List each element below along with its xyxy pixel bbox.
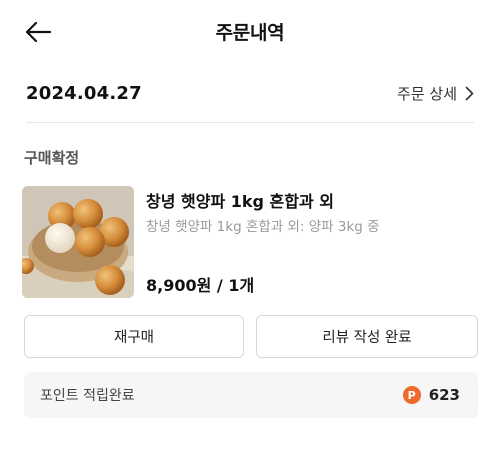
review-complete-button[interactable]: 리뷰 작성 완료 — [256, 315, 478, 358]
order-date: 2024.04.27 — [26, 82, 142, 104]
order-summary-row: 2024.04.27 주문 상세 — [26, 76, 474, 110]
order-detail-label: 주문 상세 — [397, 84, 457, 103]
divider — [26, 122, 474, 123]
points-value-group: P 623 — [402, 386, 460, 404]
product-option: 창녕 햇양파 1kg 혼합과 외: 양파 3kg 중 — [146, 219, 380, 235]
chevron-right-icon — [465, 86, 474, 100]
product-name[interactable]: 창녕 햇양파 1kg 혼합과 외 — [146, 188, 334, 212]
point-icon: P — [402, 386, 421, 404]
points-bar: 포인트 적립완료 P 623 — [24, 372, 478, 418]
rebuy-button[interactable]: 재구매 — [24, 315, 244, 358]
product-thumbnail[interactable] — [22, 186, 134, 298]
order-status: 구매확정 — [24, 149, 80, 167]
points-value: 623 — [428, 386, 460, 404]
page-title: 주문내역 — [215, 22, 285, 44]
product-item[interactable]: 창녕 햇양파 1kg 혼합과 외 창녕 햇양파 1kg 혼합과 외: 양파 3k… — [22, 186, 480, 298]
product-price: 8,900원 / 1개 — [146, 276, 255, 295]
points-label: 포인트 적립완료 — [40, 388, 135, 404]
header: 주문내역 — [0, 0, 500, 64]
onion-basket-image — [22, 186, 134, 298]
order-detail-link[interactable]: 주문 상세 — [397, 83, 474, 104]
